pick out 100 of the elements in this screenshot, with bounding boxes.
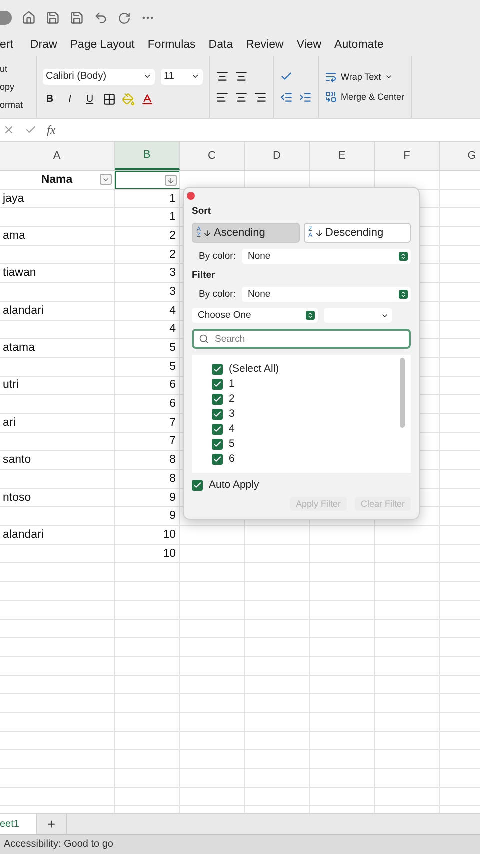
checkbox[interactable] <box>212 424 223 434</box>
ribbon-tab[interactable]: Data <box>208 39 246 53</box>
align-bottom-icon[interactable] <box>235 70 248 83</box>
table-cell: 8 <box>115 470 180 488</box>
table-cell: ari <box>0 414 115 432</box>
arrow-down-icon <box>314 228 324 238</box>
table-cell: tiawan <box>0 264 115 282</box>
wrap-text-button[interactable]: Wrap Text <box>325 71 405 83</box>
font-style-button[interactable]: I <box>63 94 77 104</box>
sheet-tab[interactable]: eet1 <box>0 814 37 834</box>
section-title: Filter <box>192 270 216 281</box>
table-cell: alandari <box>0 526 115 544</box>
decrease-indent-icon[interactable] <box>280 91 293 104</box>
field-label: By color: <box>199 251 236 262</box>
table-cell: 2 <box>115 246 180 264</box>
insert-function-button[interactable]: fx <box>47 122 56 138</box>
table-cell: 9 <box>115 507 180 526</box>
table-cell: Nama <box>41 174 73 186</box>
enter-icon[interactable] <box>25 124 37 136</box>
filter-value-item[interactable]: (Select All) <box>212 363 411 375</box>
ribbon-tab[interactable]: Review <box>246 39 297 53</box>
column-header[interactable]: D <box>245 142 310 170</box>
ribbon-tab[interactable]: Page Layout <box>70 39 148 53</box>
column-header[interactable]: G <box>440 142 480 170</box>
ribbon-tab[interactable]: Draw <box>30 39 70 53</box>
filter-value-item[interactable]: 5 <box>212 438 411 450</box>
close-button[interactable] <box>187 192 195 200</box>
save-icon[interactable] <box>46 11 60 25</box>
table-cell: 1 <box>115 208 180 226</box>
font-name-select[interactable]: Calibri (Body) <box>43 68 155 84</box>
table-cell: 10 <box>115 544 180 562</box>
undo-icon[interactable] <box>94 11 108 25</box>
table-cell: 4 <box>115 320 180 338</box>
table-cell: alandari <box>0 302 115 320</box>
sort-filter-button[interactable] <box>165 175 177 186</box>
checkbox[interactable] <box>212 378 223 390</box>
table-cell: 4 <box>115 302 180 320</box>
condition-select[interactable]: Choose One <box>192 308 318 323</box>
search-box[interactable]: Search <box>192 329 411 349</box>
condition-value-field[interactable] <box>324 308 392 323</box>
table-cell: 10 <box>115 526 180 544</box>
checkbox[interactable] <box>212 408 223 420</box>
search-icon <box>199 334 209 344</box>
increase-indent-icon[interactable] <box>299 91 312 104</box>
column-header[interactable]: B <box>115 142 180 170</box>
stepper-icon <box>399 252 408 261</box>
scrollbar-thumb[interactable] <box>400 358 405 428</box>
selected-cell[interactable] <box>115 171 180 189</box>
clipboard-button[interactable]: opy <box>0 82 36 92</box>
font-style-button[interactable]: U <box>83 94 97 104</box>
checkbox[interactable] <box>212 394 223 404</box>
align-middle-icon[interactable] <box>216 70 229 83</box>
table-cell: 5 <box>115 339 180 357</box>
clipboard-button[interactable]: ut <box>0 64 36 74</box>
ribbon-tab[interactable]: Automate <box>334 39 397 53</box>
table-cell: atama <box>0 339 115 357</box>
cancel-icon[interactable] <box>3 124 15 136</box>
align-right-icon[interactable] <box>254 91 267 104</box>
font-style-button[interactable]: B <box>43 94 57 104</box>
fill-color-icon[interactable] <box>122 92 135 106</box>
ribbon-tab[interactable]: ert <box>0 39 30 53</box>
filter-value-item[interactable]: 1 <box>212 378 411 390</box>
ribbon-tab[interactable]: Formulas <box>148 39 209 53</box>
borders-icon[interactable] <box>103 92 116 106</box>
table-cell: 7 <box>115 432 180 450</box>
filter-value-item[interactable]: 4 <box>212 423 411 435</box>
checkbox[interactable] <box>212 364 223 374</box>
column-header[interactable]: F <box>375 142 440 170</box>
chevron-down-icon <box>385 73 394 81</box>
search-field[interactable]: Search <box>215 334 404 344</box>
table-cell: 6 <box>115 376 180 394</box>
auto-apply-checkbox[interactable]: Auto Apply <box>192 479 411 491</box>
merge-center-button[interactable]: Merge & Center <box>325 91 405 103</box>
filter-value-item[interactable]: 6 <box>212 453 411 465</box>
home-icon[interactable] <box>22 11 36 25</box>
table-cell: 1 <box>115 190 180 208</box>
table-cell: utri <box>0 376 115 394</box>
section-title: Sort <box>192 206 212 217</box>
stepper-icon <box>399 290 408 299</box>
align-left-icon[interactable] <box>216 91 229 104</box>
table-cell: 6 <box>115 395 180 413</box>
filter-value-item[interactable]: 2 <box>212 393 411 405</box>
align-center-icon[interactable] <box>235 91 248 104</box>
font-color-icon[interactable] <box>141 92 154 106</box>
ribbon-tab[interactable]: View <box>296 39 335 53</box>
sort-color-select[interactable]: None <box>242 249 411 264</box>
font-size-select[interactable]: 11 <box>161 68 203 84</box>
checkbox[interactable] <box>212 438 223 450</box>
filter-color-select[interactable]: None <box>242 287 411 302</box>
redo-icon[interactable] <box>118 12 131 24</box>
checkbox[interactable] <box>192 480 203 490</box>
save-as-icon[interactable] <box>70 11 84 25</box>
checkbox[interactable] <box>212 454 223 464</box>
clipboard-button[interactable]: ormat <box>0 100 36 110</box>
filter-value-item[interactable]: 3 <box>212 408 411 420</box>
toolbar-toggle-icon[interactable] <box>0 11 12 25</box>
column-header[interactable]: E <box>310 142 375 170</box>
wrap-text-icon <box>325 71 337 83</box>
table-cell: ama <box>0 227 115 245</box>
column-header[interactable]: C <box>180 142 245 170</box>
